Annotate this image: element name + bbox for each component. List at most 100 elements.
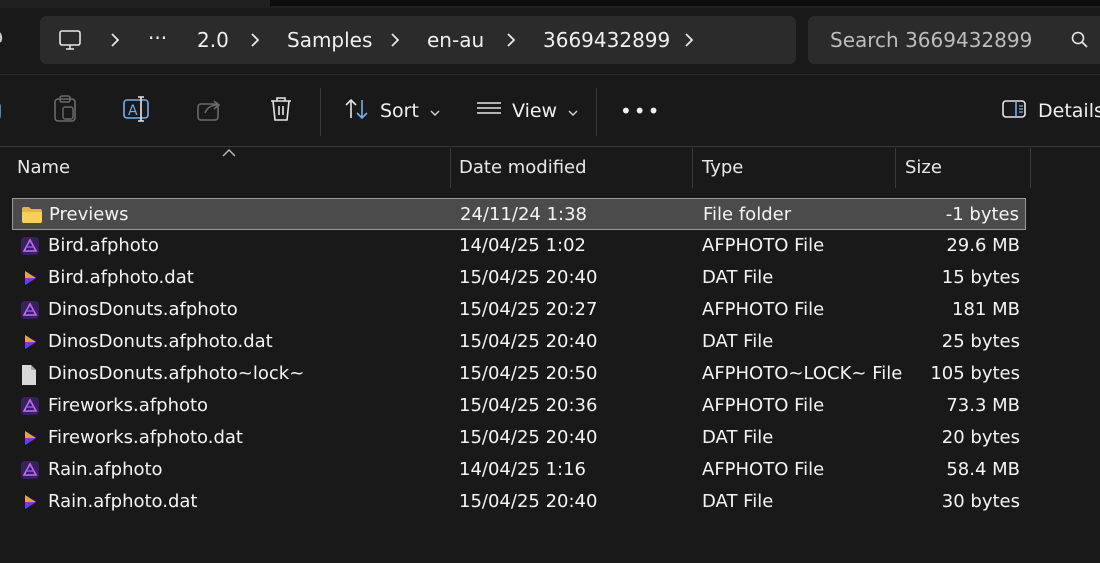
file-type: File folder — [703, 204, 792, 225]
toolbar-divider — [320, 88, 321, 136]
file-name: DinosDonuts.afphoto — [48, 299, 238, 320]
file-date-modified: 15/04/25 20:50 — [459, 363, 598, 384]
file-date-modified: 14/04/25 1:16 — [459, 459, 586, 480]
file-type: AFPHOTO File — [702, 299, 825, 320]
file-type: AFPHOTO File — [702, 459, 825, 480]
view-button[interactable]: View — [476, 75, 579, 147]
dat-file-icon — [20, 268, 40, 288]
breadcrumb-item-2-0[interactable]: 2.0 — [197, 28, 229, 52]
file-size: -1 bytes — [945, 204, 1019, 225]
file-type: AFPHOTO~LOCK~ File — [702, 363, 903, 384]
file-name: Bird.afphoto — [48, 235, 159, 256]
column-header-date-modified[interactable]: Date modified — [459, 148, 587, 188]
file-size: 181 MB — [952, 299, 1020, 320]
file-type: AFPHOTO File — [702, 395, 825, 416]
file-name: DinosDonuts.afphoto.dat — [48, 331, 273, 352]
file-size: 29.6 MB — [946, 235, 1020, 256]
file-row[interactable]: Rain.afphoto 14/04/25 1:16 AFPHOTO File 58.… — [12, 454, 1026, 486]
chevron-down-icon — [567, 102, 579, 121]
view-icon — [476, 98, 502, 124]
chevron-right-icon[interactable] — [502, 31, 520, 49]
file-name: Rain.afphoto.dat — [48, 491, 198, 512]
cut-button[interactable] — [0, 75, 6, 147]
column-divider[interactable] — [692, 148, 693, 188]
search-input[interactable]: Search 3669432899 — [830, 28, 1032, 52]
trash-icon — [268, 95, 294, 127]
generic-file-icon — [20, 364, 40, 385]
file-date-modified: 15/04/25 20:36 — [459, 395, 598, 416]
details-label: Details — [1038, 100, 1100, 122]
column-divider[interactable] — [895, 148, 896, 188]
affinity-photo-icon — [20, 460, 40, 480]
chevron-right-icon[interactable] — [386, 31, 404, 49]
this-pc-icon[interactable] — [58, 28, 82, 56]
file-size: 25 bytes — [941, 331, 1020, 352]
chevron-down-icon — [429, 102, 441, 121]
chevron-right-icon[interactable] — [680, 31, 698, 49]
breadcrumb-item-current-folder[interactable]: 3669432899 — [543, 28, 670, 52]
title-strip — [0, 0, 1100, 8]
file-row[interactable]: Fireworks.afphoto 15/04/25 20:36 AFPHOTO F… — [12, 390, 1026, 422]
column-header-name[interactable]: Name — [17, 148, 70, 188]
column-header-type[interactable]: Type — [702, 148, 743, 188]
affinity-photo-icon — [20, 300, 40, 320]
breadcrumb-item-en-au[interactable]: en-au — [427, 28, 484, 52]
file-date-modified: 15/04/25 20:40 — [459, 491, 598, 512]
column-divider[interactable] — [450, 148, 451, 188]
file-size: 20 bytes — [941, 427, 1020, 448]
file-row[interactable]: Bird.afphoto 14/04/25 1:02 AFPHOTO File 29.… — [12, 230, 1026, 262]
affinity-photo-icon — [20, 396, 40, 416]
file-row[interactable]: Rain.afphoto.dat 15/04/25 20:40 DAT File 30… — [12, 486, 1026, 518]
folder-icon — [21, 205, 42, 225]
refresh-icon[interactable] — [0, 26, 10, 54]
search-box[interactable]: Search 3669432899 — [808, 16, 1100, 64]
file-size: 73.3 MB — [946, 395, 1020, 416]
toolbar-divider — [596, 88, 597, 136]
file-type: DAT File — [702, 491, 774, 512]
search-icon[interactable] — [1070, 30, 1090, 54]
file-date-modified: 15/04/25 20:40 — [459, 267, 598, 288]
file-date-modified: 15/04/25 20:27 — [459, 299, 598, 320]
column-header-size[interactable]: Size — [905, 148, 942, 188]
command-bar: A Sort View ••• Details — [0, 74, 1100, 147]
dat-file-icon — [20, 332, 40, 352]
svg-text:A: A — [128, 103, 138, 119]
details-pane-button[interactable]: Details — [1002, 75, 1100, 147]
breadcrumb-overflow[interactable]: ··· — [148, 26, 167, 50]
file-row[interactable]: DinosDonuts.afphoto~lock~ 15/04/25 20:50 A… — [12, 358, 1026, 390]
file-row[interactable]: Bird.afphoto.dat 15/04/25 20:40 DAT File 15… — [12, 262, 1026, 294]
file-size: 15 bytes — [941, 267, 1020, 288]
dat-file-icon — [20, 428, 40, 448]
breadcrumb-item-samples[interactable]: Samples — [287, 28, 372, 52]
more-icon: ••• — [620, 99, 662, 123]
file-size: 30 bytes — [941, 491, 1020, 512]
tab-strip — [270, 0, 1100, 6]
file-row[interactable]: DinosDonuts.afphoto 15/04/25 20:27 AFPHOTO… — [12, 294, 1026, 326]
affinity-photo-icon — [20, 236, 40, 256]
paste-button[interactable] — [52, 75, 78, 147]
address-bar[interactable]: ··· 2.0 Samples en-au 3669432899 — [40, 16, 796, 64]
file-date-modified: 24/11/24 1:38 — [460, 204, 587, 225]
rename-button[interactable]: A — [122, 75, 152, 147]
rename-icon: A — [122, 95, 152, 127]
more-options-button[interactable]: ••• — [620, 75, 661, 147]
column-divider[interactable] — [1030, 148, 1031, 188]
file-name: DinosDonuts.afphoto~lock~ — [48, 363, 305, 384]
file-row[interactable]: Previews 24/11/24 1:38 File folder -1 bytes — [12, 198, 1026, 230]
file-date-modified: 14/04/25 1:02 — [459, 235, 586, 256]
file-size: 58.4 MB — [946, 459, 1020, 480]
share-icon — [196, 96, 224, 126]
chevron-right-icon[interactable] — [246, 31, 264, 49]
clipboard-icon — [52, 95, 78, 127]
sort-icon — [344, 97, 370, 125]
file-date-modified: 15/04/25 20:40 — [459, 331, 598, 352]
file-type: DAT File — [702, 427, 774, 448]
file-row[interactable]: Fireworks.afphoto.dat 15/04/25 20:40 DAT F… — [12, 422, 1026, 454]
chevron-right-icon[interactable] — [106, 31, 124, 49]
file-size: 105 bytes — [930, 363, 1020, 384]
file-row[interactable]: DinosDonuts.afphoto.dat 15/04/25 20:40 DAT… — [12, 326, 1026, 358]
delete-button[interactable] — [268, 75, 294, 147]
file-list: Previews 24/11/24 1:38 File folder -1 bytes… — [12, 198, 1026, 518]
share-button[interactable] — [196, 75, 224, 147]
sort-button[interactable]: Sort — [344, 75, 441, 147]
